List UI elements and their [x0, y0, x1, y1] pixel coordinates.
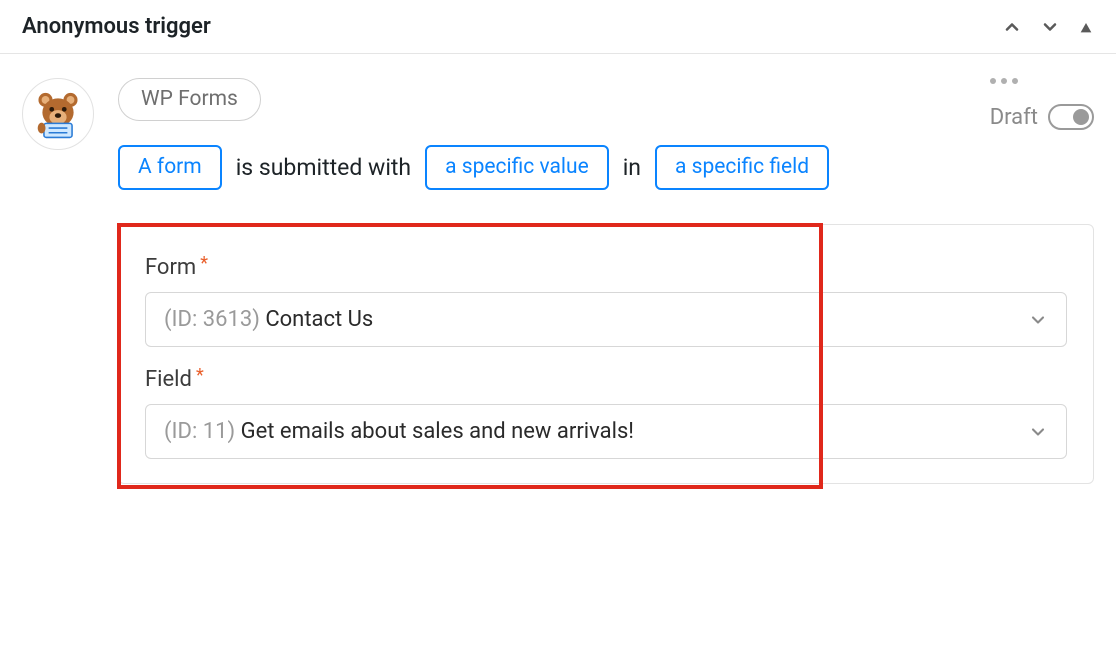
form-token[interactable]: A form: [118, 145, 222, 190]
form-select-value: (ID: 3613) Contact Us: [164, 307, 373, 332]
panel-title: Anonymous trigger: [22, 14, 211, 39]
integration-avatar: [22, 78, 94, 150]
toggle-knob: [1073, 109, 1089, 125]
top-row: WP Forms A form is submitted with a spec…: [118, 78, 1094, 190]
form-field-label: Form *: [145, 255, 1067, 280]
field-id-prefix: (ID: 11): [164, 419, 241, 444]
required-indicator: *: [196, 367, 204, 385]
sentence-text-2: in: [623, 153, 641, 183]
trigger-sentence: WP Forms A form is submitted with a spec…: [118, 78, 838, 190]
status-label: Draft: [990, 105, 1038, 130]
panel-body: WP Forms A form is submitted with a spec…: [0, 54, 1116, 484]
form-field-group: Form * (ID: 3613) Contact Us: [145, 255, 1067, 347]
field-select[interactable]: (ID: 11) Get emails about sales and new …: [145, 404, 1067, 459]
field-token[interactable]: a specific field: [655, 145, 829, 190]
form-select[interactable]: (ID: 3613) Contact Us: [145, 292, 1067, 347]
main-column: WP Forms A form is submitted with a spec…: [118, 78, 1094, 484]
status-toggle-group: Draft: [990, 104, 1094, 130]
field-field-label: Field *: [145, 367, 1067, 392]
field-label-text: Field: [145, 367, 192, 392]
integration-pill[interactable]: WP Forms: [118, 78, 261, 121]
collapse-icon[interactable]: [1078, 19, 1094, 35]
field-field-group: Field * (ID: 11) Get emails about sales …: [145, 367, 1067, 459]
required-indicator: *: [200, 255, 208, 273]
config-panel: Form * (ID: 3613) Contact Us: [118, 224, 1094, 484]
chevron-down-icon: [1028, 310, 1048, 330]
move-down-icon[interactable]: [1040, 17, 1060, 37]
field-select-value: (ID: 11) Get emails about sales and new …: [164, 419, 634, 444]
more-options-icon[interactable]: [990, 78, 1018, 84]
header-controls: [1002, 17, 1094, 37]
form-name: Contact Us: [265, 307, 373, 332]
move-up-icon[interactable]: [1002, 17, 1022, 37]
field-name: Get emails about sales and new arrivals!: [241, 419, 634, 444]
side-column: Draft: [990, 78, 1094, 130]
value-token[interactable]: a specific value: [425, 145, 609, 190]
sentence-text-1: is submitted with: [236, 153, 411, 183]
status-toggle[interactable]: [1048, 104, 1094, 130]
form-id-prefix: (ID: 3613): [164, 307, 265, 332]
panel-header: Anonymous trigger: [0, 0, 1116, 54]
chevron-down-icon: [1028, 422, 1048, 442]
form-label-text: Form: [145, 255, 196, 280]
wpforms-bear-icon: [33, 89, 83, 139]
